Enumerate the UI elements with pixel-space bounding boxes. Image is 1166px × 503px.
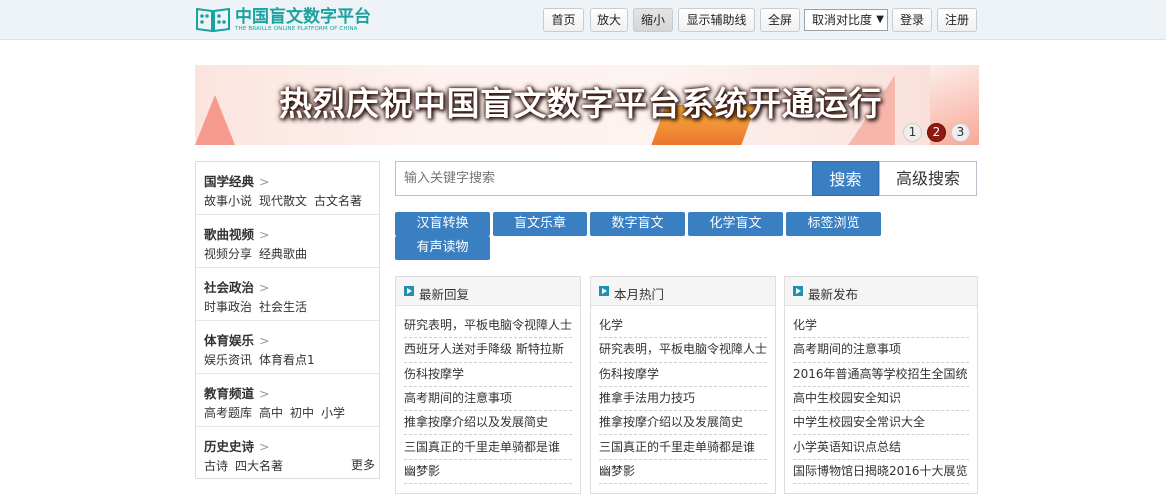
category-button[interactable]: 有声读物 [395, 236, 490, 260]
category-link[interactable]: 体育看点1 [259, 353, 315, 367]
banner-dot-2[interactable]: 2 [927, 123, 946, 142]
contrast-select-value: 取消对比度 [812, 13, 873, 27]
sidebar-category: 体育娱乐 > 娱乐资讯 体育看点1 [196, 321, 379, 374]
category-link[interactable]: 初中 [290, 406, 314, 420]
fullscreen-button[interactable]: 全屏 [760, 8, 800, 32]
monthly-hot-panel: 本月热门 化学 研究表明，平板电脑令视障人士 伤科按摩学 推拿手法用力技巧 推拿… [590, 276, 776, 494]
list-item[interactable]: 伤科按摩学 [599, 363, 767, 387]
list-item[interactable]: 推拿按摩介绍以及发展简史 [404, 411, 572, 436]
category-link[interactable]: 故事小说 [204, 194, 252, 208]
chevron-right-icon: > [259, 439, 270, 454]
category-title[interactable]: 教育频道 [204, 386, 254, 401]
list-item[interactable]: 研究表明，平板电脑令视障人士 [404, 314, 572, 339]
play-arrow-icon [793, 286, 803, 296]
home-button[interactable]: 首页 [543, 8, 584, 32]
category-button[interactable]: 化学盲文 [688, 212, 783, 236]
sidebar-category: 教育频道 > 高考题库 高中 初中 小学 [196, 374, 379, 427]
category-link[interactable]: 现代散文 [259, 194, 307, 208]
list-item[interactable]: 幽梦影 [404, 460, 572, 485]
category-link[interactable]: 娱乐资讯 [204, 353, 252, 367]
logo[interactable]: 中国盲文数字平台 THE BRAILLE ONLINE PLATFORM OF … [195, 6, 371, 34]
list-item[interactable]: 研究表明，平板电脑令视障人士 [599, 338, 767, 363]
category-title[interactable]: 体育娱乐 [204, 333, 254, 348]
latest-published-panel: 最新发布 化学 高考期间的注意事项 2016年普通高等学校招生全国统 高中生校园… [784, 276, 978, 494]
list-item[interactable]: 国际博物馆日揭晓2016十大展览 [793, 460, 969, 485]
category-button[interactable]: 数字盲文 [590, 212, 685, 236]
chevron-right-icon: > [259, 333, 270, 348]
category-link[interactable]: 高中 [259, 406, 283, 420]
play-arrow-icon [599, 286, 609, 296]
logo-title: 中国盲文数字平台 [235, 7, 371, 27]
category-link[interactable]: 古诗 [204, 459, 228, 473]
advanced-search-button[interactable]: 高级搜索 [879, 161, 977, 196]
category-link[interactable]: 高考题库 [204, 406, 252, 420]
register-button[interactable]: 注册 [937, 8, 977, 32]
banner-carousel[interactable]: 热烈庆祝中国盲文数字平台系统开通运行 [195, 65, 979, 145]
sidebar-category: 国学经典 > 故事小说 现代散文 古文名著 [196, 162, 379, 215]
list-item[interactable]: 高考期间的注意事项 [793, 338, 969, 363]
list-item[interactable]: 高中生校园安全知识 [793, 387, 969, 412]
list-item[interactable]: 推拿手法用力技巧 [599, 387, 767, 412]
list-item[interactable]: 伤科按摩学 [404, 363, 572, 387]
list-item[interactable]: 幽梦影 [599, 460, 767, 485]
chevron-right-icon: > [259, 386, 270, 401]
category-button[interactable]: 汉盲转换 [395, 212, 490, 236]
category-title[interactable]: 历史史诗 [204, 439, 254, 454]
sidebar-category: 歌曲视频 > 视频分享 经典歌曲 [196, 215, 379, 268]
list-item[interactable]: 高考期间的注意事项 [404, 387, 572, 412]
show-guides-button[interactable]: 显示辅助线 [678, 8, 755, 32]
category-sidebar: 国学经典 > 故事小说 现代散文 古文名著 歌曲视频 > 视频分享 经典歌曲 社会政治 > … [195, 161, 380, 479]
list-item[interactable]: 小学英语知识点总结 [793, 436, 969, 460]
latest-replies-panel: 最新回复 研究表明，平板电脑令视障人士 西班牙人送对手降级 斯特拉斯 伤科按摩学… [395, 276, 581, 494]
category-title[interactable]: 国学经典 [204, 174, 254, 189]
logo-subtitle: THE BRAILLE ONLINE PLATFORM OF CHINA [235, 26, 358, 32]
sidebar-category: 社会政治 > 时事政治 社会生活 [196, 268, 379, 321]
search-button[interactable]: 搜索 [812, 161, 879, 196]
list-item[interactable]: 三国真正的千里走单骑都是谁 [599, 436, 767, 460]
list-item[interactable]: 推拿按摩介绍以及发展简史 [599, 411, 767, 436]
list-item[interactable]: 2016年普通高等学校招生全国统 [793, 363, 969, 387]
contrast-select[interactable]: 取消对比度 ▼ [804, 9, 888, 31]
list-item[interactable]: 中学生校园安全常识大全 [793, 411, 969, 436]
chevron-right-icon: > [259, 174, 270, 189]
category-link[interactable]: 社会生活 [259, 300, 307, 314]
category-link[interactable]: 四大名著 [235, 459, 283, 473]
panel-title: 最新回复 [419, 287, 470, 302]
list-item[interactable]: 三国真正的千里走单骑都是谁 [404, 436, 572, 460]
more-link[interactable]: 更多 [351, 456, 375, 473]
list-item[interactable]: 化学 [599, 314, 767, 339]
category-title[interactable]: 歌曲视频 [204, 227, 254, 242]
category-link[interactable]: 古文名著 [314, 194, 362, 208]
panel-title: 本月热门 [614, 287, 665, 302]
banner-headline: 热烈庆祝中国盲文数字平台系统开通运行 [279, 84, 882, 123]
banner-dot-1[interactable]: 1 [903, 123, 922, 142]
category-link[interactable]: 时事政治 [204, 300, 252, 314]
list-item[interactable]: 西班牙人送对手降级 斯特拉斯 [404, 338, 572, 363]
category-link[interactable]: 小学 [321, 406, 345, 420]
chevron-right-icon: > [259, 280, 270, 295]
top-bar: 中国盲文数字平台 THE BRAILLE ONLINE PLATFORM OF … [0, 0, 1166, 40]
dropdown-arrow-icon: ▼ [874, 10, 884, 30]
banner-dot-3[interactable]: 3 [951, 123, 970, 142]
panel-title: 最新发布 [808, 287, 859, 302]
category-link[interactable]: 视频分享 [204, 247, 252, 261]
zoom-in-button[interactable]: 放大 [590, 8, 628, 32]
list-item[interactable]: 化学 [793, 314, 969, 339]
chevron-right-icon: > [259, 227, 270, 242]
play-arrow-icon [404, 286, 414, 296]
category-title[interactable]: 社会政治 [204, 280, 254, 295]
search-input[interactable] [395, 161, 813, 196]
category-button[interactable]: 标签浏览 [786, 212, 881, 236]
category-link[interactable]: 经典歌曲 [259, 247, 307, 261]
category-button[interactable]: 盲文乐章 [493, 212, 587, 236]
braille-book-icon [196, 7, 230, 33]
login-button[interactable]: 登录 [892, 8, 932, 32]
zoom-out-button[interactable]: 缩小 [633, 8, 673, 32]
